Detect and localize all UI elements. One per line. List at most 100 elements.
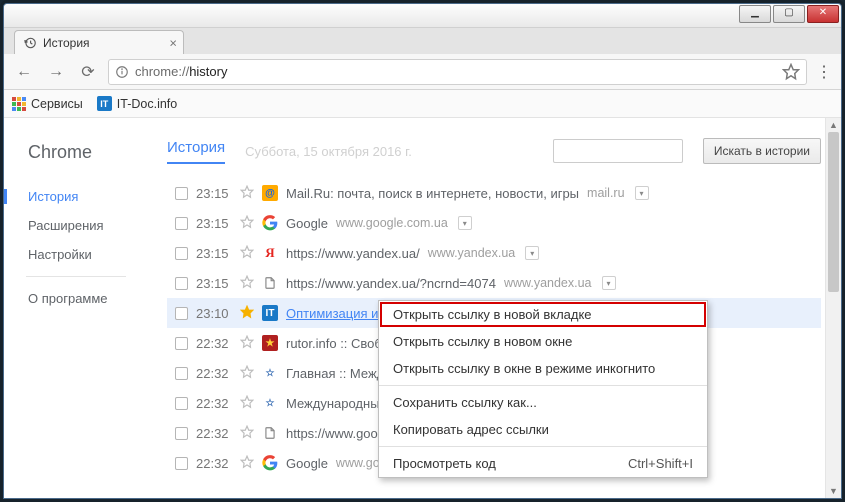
address-bar[interactable]: chrome://history: [108, 59, 807, 85]
history-tab-title[interactable]: История: [167, 139, 225, 164]
history-row[interactable]: 23:15 Google www.google.com.ua ▾: [167, 208, 821, 238]
browser-tab[interactable]: История ×: [14, 30, 184, 54]
row-favicon: @: [262, 185, 278, 201]
forward-button[interactable]: →: [44, 60, 68, 84]
row-star-icon[interactable]: [240, 245, 254, 262]
row-star-icon[interactable]: [240, 305, 254, 322]
row-title-link[interactable]: https://www.yandex.ua/?ncrnd=4074: [286, 276, 496, 291]
page-scrollbar[interactable]: ▲ ▼: [825, 118, 841, 498]
row-checkbox[interactable]: [175, 457, 188, 470]
bookmarks-bar: Сервисы IT IT-Doc.info: [4, 90, 841, 118]
row-checkbox[interactable]: [175, 307, 188, 320]
history-search-button[interactable]: Искать в истории: [703, 138, 821, 164]
row-star-icon[interactable]: [240, 455, 254, 472]
row-favicon: ☆: [262, 395, 278, 411]
history-row[interactable]: 23:15Яhttps://www.yandex.ua/www.yandex.u…: [167, 238, 821, 268]
row-time: 23:15: [196, 216, 232, 231]
row-title-link[interactable]: Google: [286, 216, 328, 231]
row-favicon: [262, 425, 278, 441]
ctx-save-link-as[interactable]: Сохранить ссылку как...: [379, 389, 707, 416]
ctx-copy-link[interactable]: Копировать адрес ссылки: [379, 416, 707, 443]
scroll-thumb[interactable]: [828, 132, 839, 292]
row-favicon: ☆: [262, 365, 278, 381]
ctx-open-new-tab[interactable]: Открыть ссылку в новой вкладке: [379, 301, 707, 328]
row-time: 22:32: [196, 456, 232, 471]
history-row[interactable]: 23:15 https://www.yandex.ua/?ncrnd=4074 ww…: [167, 268, 821, 298]
browser-menu-button[interactable]: ⋮: [815, 63, 833, 81]
apps-label: Сервисы: [31, 97, 83, 111]
history-header: История Суббота, 15 октября 2016 г. Иска…: [167, 138, 821, 164]
row-time: 22:32: [196, 336, 232, 351]
row-checkbox[interactable]: [175, 337, 188, 350]
row-checkbox[interactable]: [175, 187, 188, 200]
row-domain: mail.ru: [587, 186, 625, 200]
row-domain: www.yandex.ua: [504, 276, 592, 290]
row-checkbox[interactable]: [175, 427, 188, 440]
apps-shortcut[interactable]: Сервисы: [12, 97, 83, 111]
history-row[interactable]: 23:15 @ Mail.Ru: почта, поиск в интернете,…: [167, 178, 821, 208]
row-favicon: IT: [262, 305, 278, 321]
ctx-separator: [379, 385, 707, 386]
row-title-link[interactable]: Mail.Ru: почта, поиск в интернете, новос…: [286, 186, 579, 201]
browser-toolbar: ← → ⟳ chrome://history ⋮: [4, 54, 841, 90]
row-star-icon[interactable]: [240, 365, 254, 382]
row-favicon: [262, 455, 278, 471]
site-info-icon: [115, 65, 129, 79]
row-time: 23:15: [196, 276, 232, 291]
history-search-input[interactable]: [553, 139, 683, 163]
row-domain: www.yandex.ua: [428, 246, 516, 260]
row-actions-button[interactable]: ▾: [635, 186, 649, 200]
history-date: Суббота, 15 октября 2016 г.: [245, 144, 412, 159]
row-star-icon[interactable]: [240, 275, 254, 292]
bookmark-star-icon[interactable]: [782, 63, 800, 81]
row-time: 23:15: [196, 246, 232, 261]
row-actions-button[interactable]: ▾: [458, 216, 472, 230]
row-checkbox[interactable]: [175, 367, 188, 380]
scroll-down-icon[interactable]: ▼: [826, 484, 841, 498]
tab-strip: История ×: [4, 28, 841, 54]
tab-title: История: [43, 36, 90, 50]
row-star-icon[interactable]: [240, 425, 254, 442]
sidebar-item-settings[interactable]: Настройки: [28, 247, 159, 262]
row-actions-button[interactable]: ▾: [525, 246, 539, 260]
link-context-menu: Открыть ссылку в новой вкладке Открыть с…: [378, 300, 708, 478]
sidebar-item-extensions[interactable]: Расширения: [28, 218, 159, 233]
row-time: 22:32: [196, 426, 232, 441]
row-checkbox[interactable]: [175, 217, 188, 230]
ctx-inspect[interactable]: Просмотреть кодCtrl+Shift+I: [379, 450, 707, 477]
bookmark-itdoc[interactable]: IT IT-Doc.info: [97, 96, 177, 111]
reload-button[interactable]: ⟳: [76, 60, 100, 84]
row-star-icon[interactable]: [240, 215, 254, 232]
sidebar-item-history[interactable]: История: [4, 189, 159, 204]
row-checkbox[interactable]: [175, 247, 188, 260]
row-star-icon[interactable]: [240, 335, 254, 352]
window-close-button[interactable]: ✕: [807, 5, 839, 23]
row-actions-button[interactable]: ▾: [602, 276, 616, 290]
row-time: 22:32: [196, 366, 232, 381]
row-star-icon[interactable]: [240, 395, 254, 412]
history-icon: [23, 36, 37, 50]
row-title-link[interactable]: Google: [286, 456, 328, 471]
row-domain: www.google.com.ua: [336, 216, 448, 230]
row-title-link[interactable]: https://www.yandex.ua/: [286, 246, 420, 261]
row-time: 23:10: [196, 306, 232, 321]
sidebar-divider: [26, 276, 126, 277]
window-minimize-button[interactable]: ▁: [739, 5, 771, 23]
sidebar-item-about[interactable]: О программе: [28, 291, 159, 306]
tab-close-button[interactable]: ×: [169, 35, 177, 50]
ctx-open-new-window[interactable]: Открыть ссылку в новом окне: [379, 328, 707, 355]
row-checkbox[interactable]: [175, 277, 188, 290]
window-maximize-button[interactable]: ▢: [773, 5, 805, 23]
ctx-open-incognito[interactable]: Открыть ссылку в окне в режиме инкогнито: [379, 355, 707, 382]
apps-grid-icon: [12, 97, 26, 111]
ctx-separator: [379, 446, 707, 447]
row-star-icon[interactable]: [240, 185, 254, 202]
chrome-logo-text: Chrome: [28, 142, 159, 163]
row-time: 22:32: [196, 396, 232, 411]
row-checkbox[interactable]: [175, 397, 188, 410]
row-time: 23:15: [196, 186, 232, 201]
row-favicon: ★: [262, 335, 278, 351]
scroll-up-icon[interactable]: ▲: [826, 118, 841, 132]
back-button[interactable]: ←: [12, 60, 36, 84]
address-text: chrome://history: [135, 64, 227, 79]
